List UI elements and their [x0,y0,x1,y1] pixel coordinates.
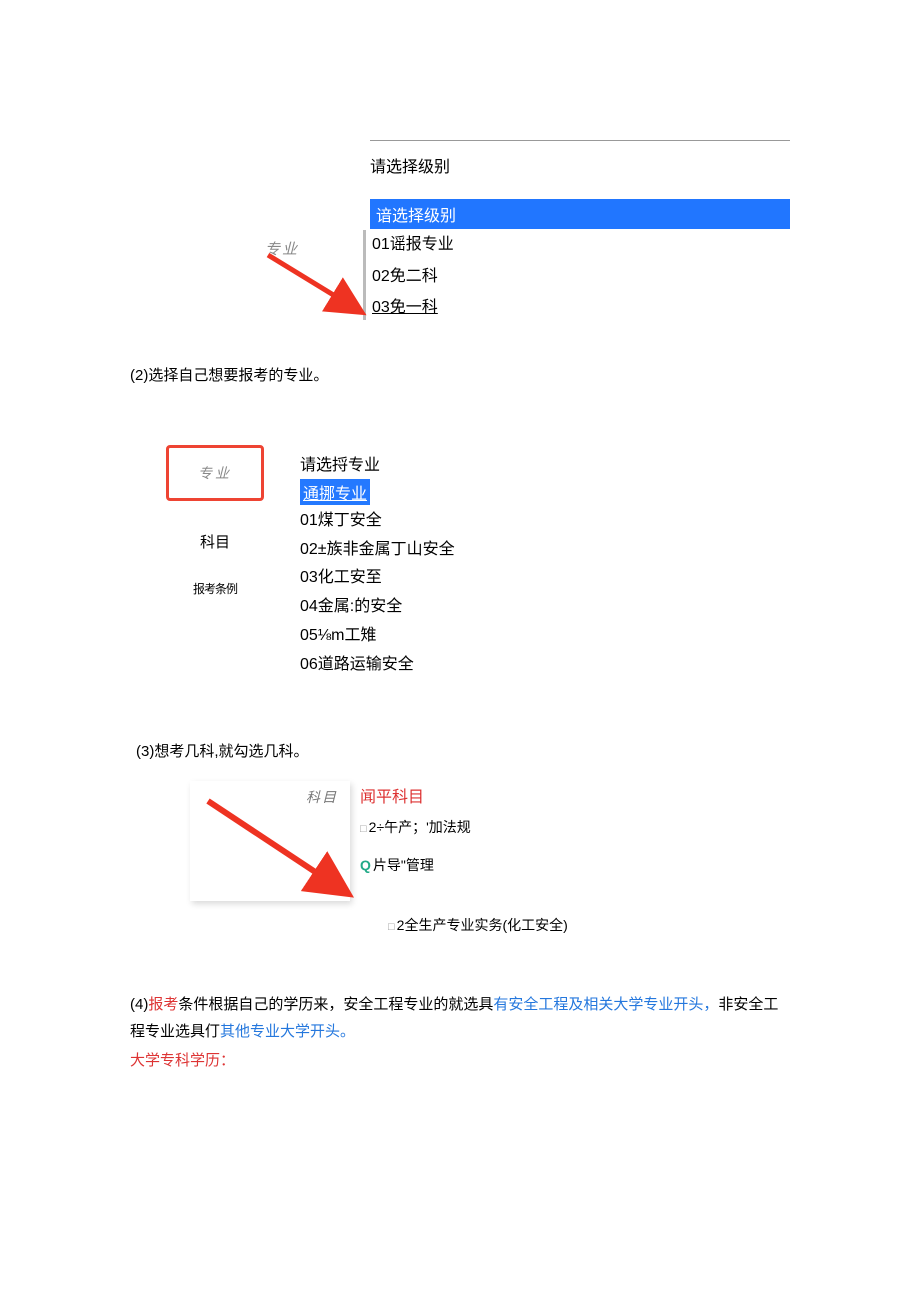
text: (4) [130,996,148,1013]
subject-checkbox[interactable]: □2全生产专业实务(化工安全) [388,915,568,935]
highlight-box: 专业 [166,445,264,501]
subject-check-section: 科目 闻平科目 □2÷午产；'加法规 Q片导"管理 □2全生产专业实务(化工安全… [130,781,790,941]
zhuanye-label: 专业 [198,463,232,483]
text-link-style: 其他专业大学开头。 [220,1023,355,1040]
checkbox-label: 2÷午产；'加法规 [369,819,471,835]
major-option[interactable]: 02±族非金属丁山安全 [300,536,455,565]
condition-label: 报考条例 [130,580,300,597]
subject-heading: 闻平科目 [360,783,471,807]
major-option[interactable]: 05⅛m工雉 [300,622,455,651]
subject-list: 闻平科目 □2÷午产；'加法规 Q片导"管理 [360,783,471,893]
level-select-section: 请选择级别 谙选择级别 01谣报专业 02免二科 03免一科 专业 [130,140,790,324]
arrow-icon [250,230,370,320]
subject-checkbox[interactable]: Q片导"管理 [360,855,471,875]
checkbox-label: 片导"管理 [373,857,434,873]
annotation-box-2: 科目 [190,781,350,901]
level-option[interactable]: 01谣报专业 [370,229,790,261]
text-link-style: 有安全工程及相关大学专业开头， [493,996,718,1013]
checkbox-icon: □ [388,921,395,933]
checkbox-icon: □ [360,823,367,835]
major-option[interactable]: 04金属:的安全 [300,593,455,622]
instruction-step-3: (3)想考几科,就勾选几科。 [136,740,790,761]
instruction-step-2: (2)选择自己想要报考的专业。 [130,364,790,385]
subject-label: 科目 [130,531,300,552]
level-dropdown[interactable]: 请选择级别 谙选择级别 01谣报专业 02免二科 03免一科 [370,149,790,324]
major-option[interactable]: 01煤丁安全 [300,507,455,536]
major-option[interactable]: 06道路运输安全 [300,651,455,680]
instruction-step-4: (4)报考条件根据自己的学历来，安全工程专业的就选具有安全工程及相关大学专业开头… [130,991,790,1045]
level-dropdown-selected[interactable]: 谙选择级别 [370,199,790,229]
level-option[interactable]: 03免一科 [370,292,790,324]
level-dropdown-label: 请选择级别 [370,149,790,181]
checkbox-icon: Q [360,857,371,873]
major-dropdown[interactable]: 请选捋专业 通挪专业 01煤丁安全 02±族非金属丁山安全 03化工安至 04金… [300,445,455,680]
education-heading: 大学专科学历： [130,1049,790,1070]
divider [370,140,790,141]
text-highlight: 报考 [148,996,178,1013]
major-dropdown-selected[interactable]: 通挪专业 [300,479,370,505]
subject-checkbox[interactable]: □2÷午产；'加法规 [360,817,471,837]
annotation-box: 专业 [250,230,370,320]
major-select-section: 专业 科目 报考条例 请选捋专业 通挪专业 01煤丁安全 02±族非金属丁山安全… [130,445,790,680]
checkbox-label: 2全生产专业实务(化工安全) [397,917,568,933]
level-dropdown-options: 01谣报专业 02免二科 03免一科 [370,229,790,324]
major-option[interactable]: 03化工安至 [300,564,455,593]
major-dropdown-label: 请选捋专业 [300,451,455,475]
level-option[interactable]: 02免二科 [370,261,790,293]
arrow-icon [200,795,360,915]
left-labels: 专业 科目 报考条例 [130,445,300,680]
text: 条件根据自己的学历来，安全工程专业的就选具 [178,996,493,1013]
